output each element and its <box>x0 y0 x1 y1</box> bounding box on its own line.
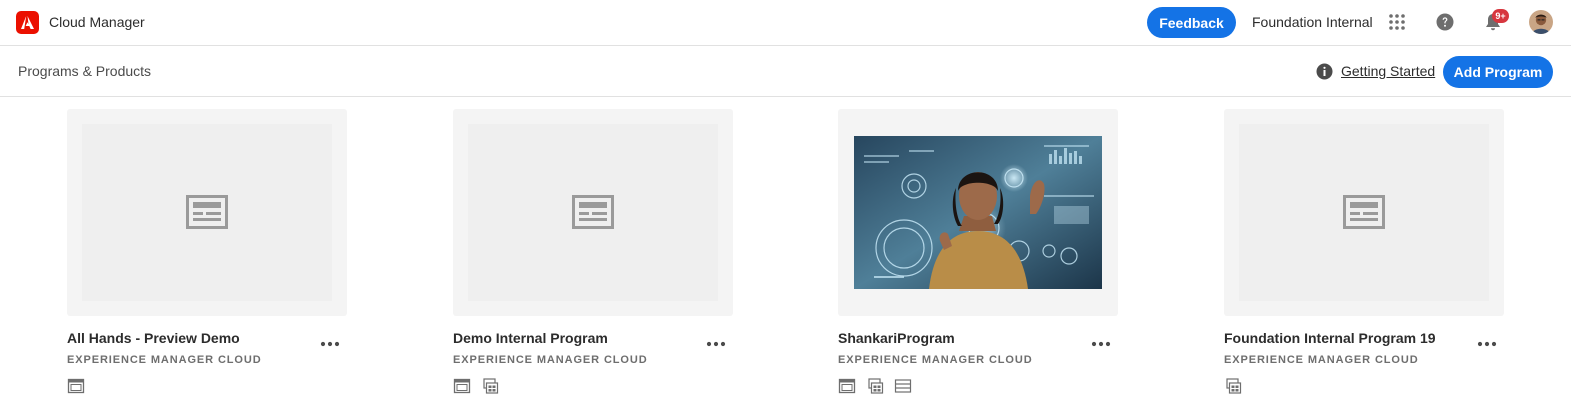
service-icons <box>838 377 912 395</box>
program-card[interactable]: Foundation Internal Program 19 EXPERIENC… <box>1224 109 1504 409</box>
sites-icon <box>838 378 856 394</box>
service-icons <box>67 377 85 395</box>
program-thumbnail-photo <box>854 136 1102 289</box>
more-options-icon[interactable] <box>1090 337 1112 351</box>
adobe-logo-icon[interactable] <box>16 11 39 34</box>
apps-grid-icon[interactable] <box>1388 13 1406 31</box>
card-thumbnail[interactable] <box>1224 109 1504 316</box>
more-options-icon[interactable] <box>705 337 727 351</box>
add-program-button[interactable]: Add Program <box>1443 56 1553 88</box>
sub-header: Programs & Products Getting Started Add … <box>0 47 1571 97</box>
placeholder-image-icon <box>186 195 228 229</box>
assets-icon <box>868 378 884 394</box>
program-product: EXPERIENCE MANAGER CLOUD <box>1224 354 1419 366</box>
program-name[interactable]: Foundation Internal Program 19 <box>1224 330 1436 346</box>
breadcrumb[interactable]: Programs & Products <box>18 63 151 79</box>
card-thumbnail[interactable] <box>67 109 347 316</box>
program-name[interactable]: Demo Internal Program <box>453 330 608 346</box>
placeholder-image-icon <box>1343 195 1385 229</box>
program-name[interactable]: All Hands - Preview Demo <box>67 330 240 346</box>
assets-icon <box>483 378 499 394</box>
card-thumbnail[interactable] <box>838 109 1118 316</box>
card-thumbnail[interactable] <box>453 109 733 316</box>
forms-icon <box>894 379 912 393</box>
service-icons <box>1224 377 1242 395</box>
top-bar: Cloud Manager Feedback Foundation Intern… <box>0 0 1571 46</box>
program-product: EXPERIENCE MANAGER CLOUD <box>838 354 1033 366</box>
sites-icon <box>453 378 471 394</box>
org-switcher[interactable]: Foundation Internal <box>1252 14 1373 30</box>
more-options-icon[interactable] <box>1476 337 1498 351</box>
program-card[interactable]: All Hands - Preview Demo EXPERIENCE MANA… <box>67 109 347 409</box>
program-product: EXPERIENCE MANAGER CLOUD <box>67 354 262 366</box>
more-options-icon[interactable] <box>319 337 341 351</box>
service-icons <box>453 377 499 395</box>
feedback-button[interactable]: Feedback <box>1147 7 1236 38</box>
getting-started-link[interactable]: Getting Started <box>1341 63 1435 79</box>
program-card[interactable]: Demo Internal Program EXPERIENCE MANAGER… <box>453 109 733 409</box>
program-card[interactable]: ShankariProgram EXPERIENCE MANAGER CLOUD <box>838 109 1118 409</box>
assets-icon <box>1226 378 1242 394</box>
avatar[interactable] <box>1529 10 1553 34</box>
app-title[interactable]: Cloud Manager <box>49 14 145 30</box>
program-name[interactable]: ShankariProgram <box>838 330 955 346</box>
notification-badge: 9+ <box>1492 9 1509 23</box>
help-icon[interactable] <box>1436 13 1454 31</box>
program-product: EXPERIENCE MANAGER CLOUD <box>453 354 648 366</box>
info-icon <box>1316 63 1333 80</box>
placeholder-image-icon <box>572 195 614 229</box>
sites-icon <box>67 378 85 394</box>
